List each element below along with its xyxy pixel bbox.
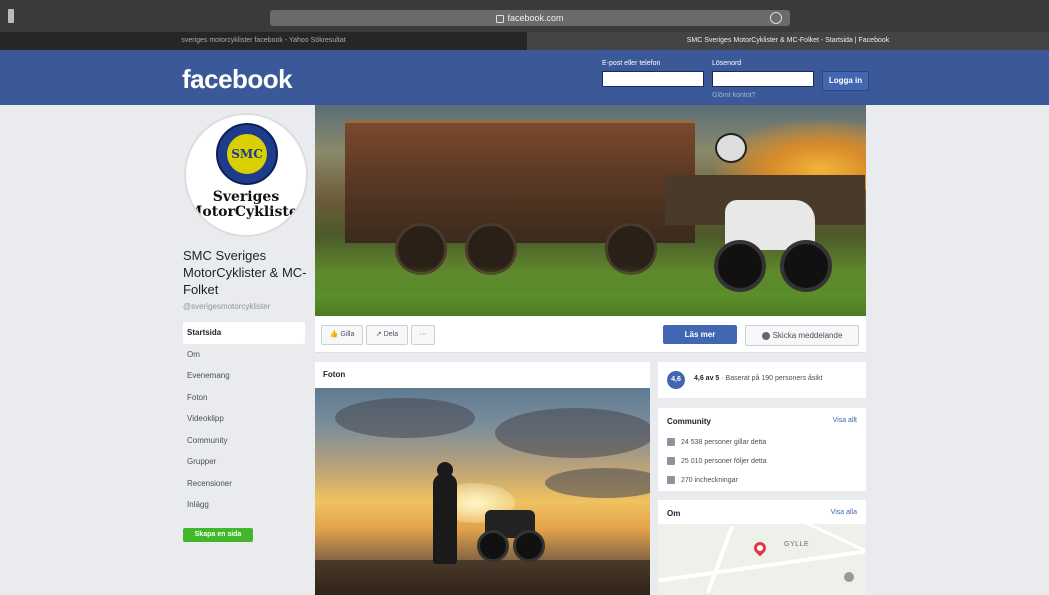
nav-item-evenemang[interactable]: Evenemang <box>183 365 305 387</box>
map-poi-icon <box>844 572 854 582</box>
forgot-account-link[interactable]: Glömt kontot? <box>712 92 756 99</box>
photo-person <box>433 474 457 564</box>
nav-item-recensioner[interactable]: Recensioner <box>183 473 305 495</box>
about-title: Om <box>667 509 681 518</box>
photo-cloud <box>335 398 475 438</box>
page-nav: Startsida Om Evenemang Foton Videoklipp … <box>183 322 305 516</box>
community-follows-row: 25 010 personer följer detta <box>667 457 767 465</box>
cover-motorcycle-wheel <box>714 240 766 292</box>
sidebar-toggle-icon[interactable] <box>8 9 14 23</box>
follow-icon <box>667 457 675 465</box>
cover-helmet <box>715 133 747 163</box>
photos-panel: Foton <box>315 362 650 595</box>
photo-cloud <box>495 408 650 458</box>
avatar-caption: Sveriges MotorCyklister <box>186 190 306 220</box>
photo-motorcycle-wheel <box>477 530 509 562</box>
cover-motorcycle-wheel <box>780 240 832 292</box>
rating-text: 4,6 av 5 · Baserat på 190 personers åsik… <box>694 375 822 382</box>
nav-item-inlagg[interactable]: Inlägg <box>183 494 305 516</box>
avatar-caption-line1: Sveriges <box>212 189 280 205</box>
create-page-button[interactable]: Skapa en sida <box>183 528 253 542</box>
community-follows-text: 25 010 personer följer detta <box>681 457 767 465</box>
email-label: E-post eller telefon <box>602 60 661 67</box>
photo-motorcycle-wheel <box>513 530 545 562</box>
checkin-icon <box>667 476 675 484</box>
map-road <box>705 525 735 594</box>
more-options-button[interactable]: ··· <box>411 325 435 345</box>
facebook-logo[interactable]: facebook <box>182 64 293 95</box>
photos-title[interactable]: Foton <box>323 370 345 379</box>
email-field[interactable] <box>602 71 704 87</box>
facebook-header: facebook E-post eller telefon Lösenord L… <box>0 50 1049 105</box>
learn-more-button[interactable]: Läs mer <box>663 325 737 344</box>
nav-item-videoklipp[interactable]: Videoklipp <box>183 408 305 430</box>
send-message-button[interactable]: Skicka meddelande <box>745 325 859 346</box>
browser-window: facebook.com sveriges motorcyklister fac… <box>0 0 1049 595</box>
nav-item-foton[interactable]: Foton <box>183 387 305 409</box>
password-field[interactable] <box>712 71 814 87</box>
cover-rusty-wagon <box>345 120 695 243</box>
map-pin-icon <box>751 539 769 557</box>
tab-yahoo-search[interactable]: sveriges motorcyklister facebook - Yahoo… <box>0 32 527 50</box>
address-bar[interactable]: facebook.com <box>270 10 790 26</box>
page-title: SMC Sveriges MotorCyklister & MC-Folket <box>183 248 307 297</box>
login-button[interactable]: Logga in <box>822 71 869 91</box>
messenger-icon <box>761 331 770 340</box>
community-checkins-text: 270 incheckningar <box>681 476 738 484</box>
about-see-all-link[interactable]: Visa alla <box>831 509 857 516</box>
page-handle[interactable]: @sverigesmotorcyklister <box>183 302 270 311</box>
avatar[interactable]: SMC Sveriges MotorCyklister <box>184 113 308 237</box>
photo-motorcycle <box>475 500 545 562</box>
tab-bar: sveriges motorcyklister facebook - Yahoo… <box>0 32 1049 50</box>
community-checkins-row: 270 incheckningar <box>667 476 738 484</box>
community-see-all-link[interactable]: Visa allt <box>833 417 857 424</box>
nav-item-grupper[interactable]: Grupper <box>183 451 305 473</box>
rating-score: 4,6 av 5 <box>694 375 720 382</box>
community-likes-text: 24 538 personer gillar detta <box>681 438 767 446</box>
cover-motorcycle <box>710 170 832 292</box>
share-button[interactable]: ↗ Dela <box>366 325 408 345</box>
avatar-caption-line2: MotorCyklister <box>186 204 306 220</box>
lock-icon <box>496 14 505 23</box>
send-message-label: Skicka meddelande <box>772 331 843 340</box>
cover-photo[interactable] <box>315 105 866 316</box>
map-pin-dot <box>755 543 765 553</box>
seal-text: SMC <box>227 134 267 174</box>
rating-basis: · Baserat på 190 personers åsikt <box>721 375 823 382</box>
map-road <box>800 524 866 552</box>
photo-ground <box>315 560 650 595</box>
reload-icon[interactable] <box>770 12 782 24</box>
about-card: Om Visa alla GYLLE <box>658 500 866 595</box>
rating-card[interactable]: 4,6 4,6 av 5 · Baserat på 190 personers … <box>658 362 866 398</box>
community-card: Community Visa allt 24 538 personer gill… <box>658 408 866 491</box>
like-label: Gilla <box>340 331 355 338</box>
nav-item-community[interactable]: Community <box>183 430 305 452</box>
rating-badge: 4,6 <box>667 371 685 389</box>
location-map[interactable]: GYLLE <box>658 524 866 595</box>
photo-cloud <box>545 468 650 498</box>
community-title: Community <box>667 417 711 426</box>
like-button[interactable]: 👍 Gilla <box>321 325 363 345</box>
nav-item-om[interactable]: Om <box>183 344 305 366</box>
community-likes-row: 24 538 personer gillar detta <box>667 438 766 446</box>
url-text: facebook.com <box>507 13 564 23</box>
smc-seal-logo: SMC <box>216 123 278 185</box>
nav-item-startsida[interactable]: Startsida <box>183 322 305 344</box>
share-label: Dela <box>383 331 399 338</box>
photo-thumbnail[interactable] <box>315 388 650 595</box>
password-label: Lösenord <box>712 60 742 67</box>
thumbs-up-icon <box>667 438 675 446</box>
tab-facebook-page[interactable]: SMC Sveriges MotorCyklister & MC-Folket … <box>527 32 1049 50</box>
map-place-label: GYLLE <box>784 541 810 548</box>
browser-toolbar: facebook.com <box>0 0 1049 32</box>
